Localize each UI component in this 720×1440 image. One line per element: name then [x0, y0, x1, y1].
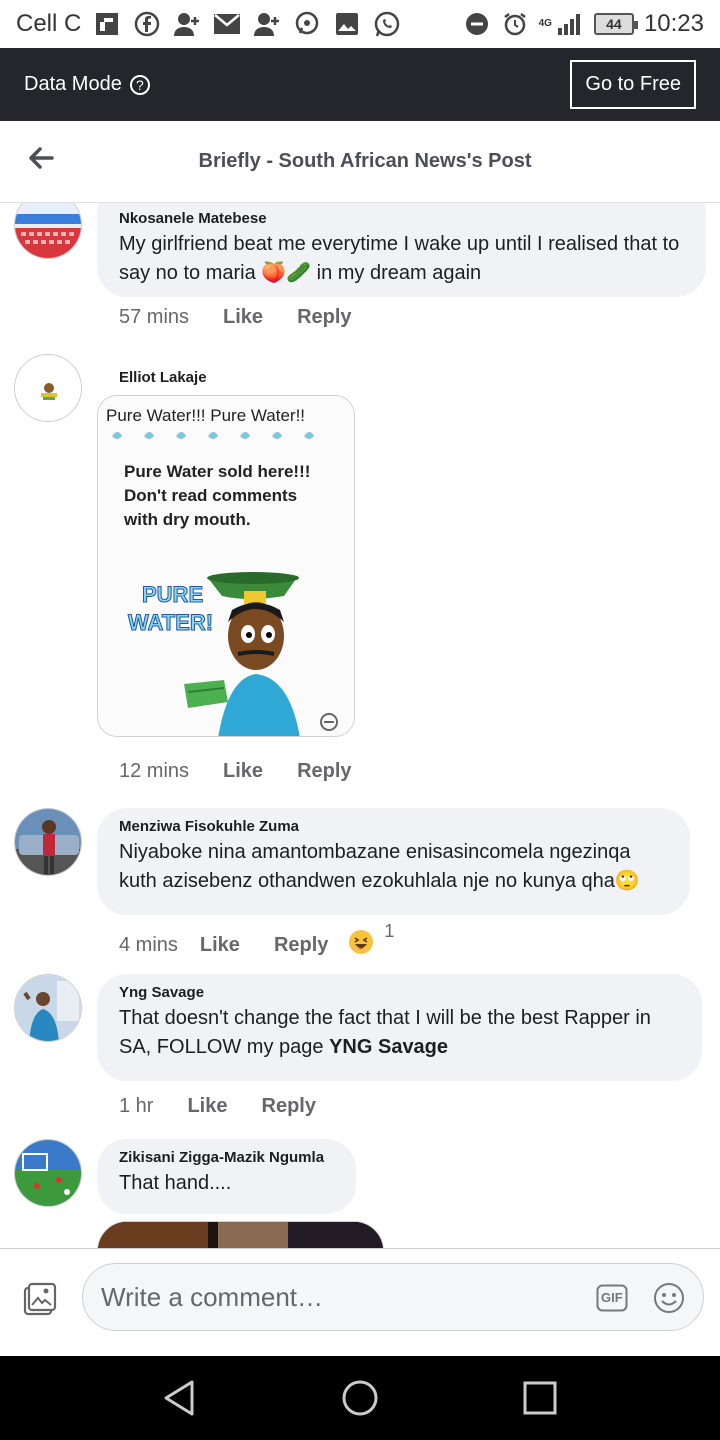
comment-image[interactable]: [97, 1221, 384, 1248]
recents-nav-icon[interactable]: [520, 1378, 560, 1418]
alarm-icon: [501, 10, 529, 38]
add-friend-icon-2: [253, 10, 281, 38]
back-nav-icon[interactable]: [160, 1378, 200, 1418]
notification-icons: [93, 10, 401, 38]
avatar[interactable]: [14, 1139, 82, 1207]
image-caption-line2: Don't read comments: [124, 486, 298, 505]
like-button[interactable]: Like: [223, 306, 263, 329]
data-mode-bar: Data Mode ? Go to Free: [0, 48, 720, 121]
go-to-free-button[interactable]: Go to Free: [570, 60, 696, 109]
network-type: 4G: [538, 18, 552, 29]
reaction-summary[interactable]: 1: [348, 921, 394, 961]
comment-text: That doesn't change the fact that I will…: [119, 1004, 680, 1062]
comment-time: 12 mins: [119, 760, 190, 782]
reply-button[interactable]: Reply: [297, 760, 351, 783]
gif-label: GIF: [601, 1290, 623, 1305]
avatar[interactable]: [14, 974, 82, 1042]
like-button[interactable]: Like: [223, 760, 263, 783]
comment-actions: 57 mins Like Reply: [119, 306, 352, 329]
signal-icon: [556, 10, 584, 38]
reply-button[interactable]: Reply: [262, 1095, 316, 1118]
comment-actions: 1 hr Like Reply: [119, 1095, 316, 1118]
comment-input[interactable]: Write a comment… GIF: [82, 1263, 704, 1331]
clock: 10:23: [643, 10, 704, 37]
comment-time: 4 mins: [119, 933, 178, 956]
status-bar: Cell C 4G 44 10:23: [0, 0, 720, 48]
comment-time: 57 mins: [119, 306, 190, 328]
comment-text: That hand....: [119, 1172, 232, 1194]
gallery-icon: [333, 10, 361, 38]
home-nav-icon[interactable]: [340, 1378, 380, 1418]
comment-author[interactable]: Yng Savage: [119, 984, 680, 1001]
comment-text: My girlfriend beat me everytime I wake u…: [119, 233, 680, 284]
image-caption-line3: with dry mouth.: [124, 510, 251, 529]
reply-button[interactable]: Reply: [297, 306, 351, 329]
mentioned-page-link[interactable]: YNG Savage: [329, 1036, 448, 1058]
comment-actions: 12 mins Like Reply: [119, 760, 352, 783]
like-button[interactable]: Like: [200, 934, 240, 957]
system-nav-bar: [0, 1356, 720, 1440]
avatar[interactable]: [14, 203, 82, 259]
like-button[interactable]: Like: [187, 1095, 227, 1118]
comment-bubble[interactable]: Menziwa Fisokuhle Zuma Niyaboke nina ama…: [97, 808, 690, 915]
emoji-icon[interactable]: [653, 1282, 685, 1314]
image-caption-top: Pure Water!!! Pure Water!!: [106, 406, 306, 425]
comments-list[interactable]: Nkosanele Matebese My girlfriend beat me…: [0, 203, 720, 1248]
comment-text: Niyaboke nina amantombazane enisasincome…: [119, 841, 640, 892]
comment-author[interactable]: Zikisani Zigga-Mazik Ngumla: [119, 1149, 334, 1166]
avatar[interactable]: [14, 808, 82, 876]
image-badge-water: WATER!: [127, 610, 214, 636]
do-not-disturb-icon: [463, 10, 491, 38]
messenger-icon: [293, 10, 321, 38]
comment-bubble[interactable]: Nkosanele Matebese My girlfriend beat me…: [97, 203, 706, 297]
comment-author[interactable]: Nkosanele Matebese: [119, 210, 684, 227]
image-badge-pure: PURE: [141, 582, 204, 608]
page-title: Briefly - South African News's Post: [198, 150, 532, 172]
image-caption-line1: Pure Water sold here!!!: [124, 462, 311, 481]
whatsapp-icon: [373, 10, 401, 38]
gif-button[interactable]: GIF: [596, 1284, 628, 1312]
comment-composer: Write a comment… GIF: [0, 1248, 720, 1356]
flipboard-icon: [93, 10, 121, 38]
comment-bubble[interactable]: Yng Savage That doesn't change the fact …: [97, 974, 702, 1081]
comment-actions: 4 mins Like Reply 1: [119, 921, 394, 961]
add-friend-icon: [173, 10, 201, 38]
avatar[interactable]: [14, 354, 82, 422]
battery-icon: 44: [593, 13, 638, 35]
haha-reaction-icon: [348, 929, 374, 961]
system-icons: 4G 44 10:23: [463, 10, 704, 38]
reply-button[interactable]: Reply: [274, 934, 328, 957]
comment-author[interactable]: Elliot Lakaje: [119, 369, 207, 386]
help-icon[interactable]: ?: [129, 74, 150, 95]
facebook-icon: [133, 10, 161, 38]
comment-image[interactable]: Pure Water!!! Pure Water!! Pure Water so…: [97, 395, 355, 737]
photo-attach-icon[interactable]: [22, 1281, 58, 1317]
reaction-count: 1: [384, 921, 395, 941]
comment-input-placeholder: Write a comment…: [101, 1282, 324, 1312]
data-mode-label: Data Mode: [24, 73, 122, 95]
comment-author[interactable]: Menziwa Fisokuhle Zuma: [119, 818, 668, 835]
mail-icon: [213, 10, 241, 38]
carrier-name: Cell C: [16, 10, 82, 37]
comment-time: 1 hr: [119, 1095, 154, 1117]
comment-bubble[interactable]: Zikisani Zigga-Mazik Ngumla That hand...…: [97, 1139, 356, 1214]
post-header: Briefly - South African News's Post: [0, 121, 720, 203]
back-arrow-icon[interactable]: [28, 145, 54, 171]
